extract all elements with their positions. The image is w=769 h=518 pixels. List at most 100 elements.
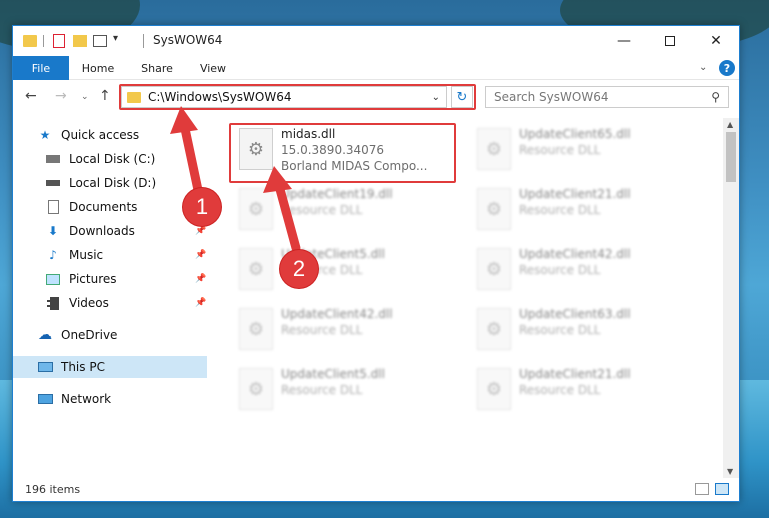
file-info: UpdateClient21.dll Resource DLL [519,186,695,218]
tab-home[interactable]: Home [73,56,123,80]
dll-file-icon: ⚙ [239,308,273,350]
dll-file-icon: ⚙ [477,368,511,410]
customize-toolbar-icon[interactable]: ▾ [113,33,118,49]
list-item[interactable]: ⚙ UpdateClient5.dll Resource DLL [233,244,459,300]
sidebar-item-label: This PC [61,360,105,374]
list-item[interactable]: ⚙ UpdateClient5.dll Resource DLL [233,364,459,420]
file-name: UpdateClient21.dll [519,187,631,201]
sidebar-item-pictures[interactable]: Pictures 📌 [13,268,207,290]
minimize-button[interactable]: — [601,26,647,56]
list-item[interactable]: ⚙ UpdateClient65.dll Resource DLL [471,124,697,180]
list-item[interactable]: ⚙ UpdateClient19.dll Resource DLL [233,184,459,240]
sidebar-item-label: Local Disk (C:) [69,152,156,166]
sidebar-item-label: Quick access [61,128,140,142]
dll-file-icon: ⚙ [239,248,273,290]
file-version: 15.0.3890.34076 [281,143,385,157]
search-input[interactable]: Search SysWOW64 ⚲ [485,86,729,108]
navigation-bar: ← → ⌄ ↑ C:\Windows\SysWOW64 ⌄ ↻ Search S… [13,80,739,114]
properties-check-icon[interactable] [53,34,65,48]
forward-arrow-icon[interactable]: → [55,88,67,104]
separator [43,35,44,47]
file-info: UpdateClient42.dll Resource DLL [281,306,457,338]
dll-file-icon: ⚙ [477,128,511,170]
tab-share[interactable]: Share [129,56,185,80]
pin-icon[interactable]: 📌 [195,298,206,308]
file-type: Resource DLL [519,383,601,397]
file-name: UpdateClient5.dll [281,367,385,381]
properties-icon[interactable] [93,35,107,47]
file-type: Resource DLL [281,323,363,337]
drive-icon [45,152,61,166]
pin-icon[interactable]: 📌 [195,250,206,260]
help-icon[interactable]: ? [719,60,735,76]
search-icon[interactable]: ⚲ [711,90,720,104]
list-item[interactable]: ⚙ UpdateClient21.dll Resource DLL [471,184,697,240]
sidebar-item-label: OneDrive [61,328,118,342]
dll-file-icon: ⚙ [477,188,511,230]
sidebar-item-label: Downloads [69,224,135,238]
large-icons-view-icon[interactable] [715,483,729,495]
chevron-down-icon[interactable]: ⌄ [432,92,440,103]
file-item-midas[interactable]: ⚙ midas.dll 15.0.3890.34076 Borland MIDA… [233,124,459,180]
folder-icon[interactable] [23,35,37,47]
sidebar-item-onedrive[interactable]: ☁ OneDrive [13,324,207,346]
dll-file-icon: ⚙ [239,128,273,170]
file-name: midas.dll [281,127,336,141]
sidebar-item-label: Music [69,248,104,262]
title-bar: ▾ SysWOW64 — ✕ [13,26,739,56]
chevron-down-icon[interactable]: ⌄ [699,62,707,73]
list-item[interactable]: ⚙ UpdateClient21.dll Resource DLL [471,364,697,420]
scroll-up-icon[interactable]: ▲ [727,120,733,129]
sidebar-item-network[interactable]: Network [13,388,207,410]
dll-file-icon: ⚙ [477,308,511,350]
sidebar-item-quick-access[interactable]: ★ Quick access [13,124,207,146]
file-name: UpdateClient19.dll [281,187,393,201]
computer-icon [37,360,53,374]
scroll-thumb[interactable] [726,132,736,182]
sidebar-item-downloads[interactable]: ⬇ Downloads 📌 [13,220,207,242]
vertical-scrollbar[interactable]: ▲ ▼ [723,118,739,478]
network-icon [37,392,53,406]
sidebar-item-label: Documents [69,200,138,214]
pin-icon[interactable]: 📌 [195,226,206,236]
file-info: UpdateClient65.dll Resource DLL [519,126,695,158]
details-view-icon[interactable] [695,483,709,495]
address-path[interactable]: C:\Windows\SysWOW64 [148,90,432,104]
pin-icon[interactable]: 📌 [195,274,206,284]
sidebar-item-local-disk-c[interactable]: Local Disk (C:) [13,148,207,170]
recent-locations-icon[interactable]: ⌄ [81,92,89,102]
sidebar-item-videos[interactable]: Videos 📌 [13,292,207,314]
step-2-badge: 2 [280,250,318,288]
refresh-button[interactable]: ↻ [451,86,473,108]
close-button[interactable]: ✕ [693,26,739,56]
drive-icon [45,176,61,190]
sidebar-item-local-disk-d[interactable]: Local Disk (D:) [13,172,207,194]
new-folder-icon[interactable] [73,35,87,47]
list-item[interactable]: ⚙ UpdateClient42.dll Resource DLL [471,244,697,300]
maximize-button[interactable] [647,26,693,56]
explorer-window: ▾ SysWOW64 — ✕ File Home Share View ⌄ ? … [12,25,740,502]
tab-file[interactable]: File [13,56,69,80]
search-placeholder: Search SysWOW64 [494,90,609,104]
navigation-pane: ★ Quick access Local Disk (C:) Local Dis… [13,118,207,478]
file-type: Resource DLL [281,203,363,217]
sidebar-item-this-pc[interactable]: This PC [13,356,207,378]
back-arrow-icon[interactable]: ← [25,88,37,104]
folder-icon [127,91,141,103]
file-info: UpdateClient42.dll Resource DLL [519,246,695,278]
list-item[interactable]: ⚙ UpdateClient63.dll Resource DLL [471,304,697,360]
scroll-down-icon[interactable]: ▼ [727,467,733,476]
file-info: midas.dll 15.0.3890.34076 Borland MIDAS … [281,126,457,174]
file-type: Resource DLL [519,143,601,157]
sidebar-item-label: Local Disk (D:) [69,176,157,190]
file-name: UpdateClient21.dll [519,367,631,381]
sidebar-item-label: Network [61,392,112,406]
address-bar[interactable]: C:\Windows\SysWOW64 ⌄ [121,86,447,108]
documents-icon [45,200,61,214]
sidebar-item-music[interactable]: ♪ Music 📌 [13,244,207,266]
up-arrow-icon[interactable]: ↑ [99,88,111,104]
list-item[interactable]: ⚙ UpdateClient42.dll Resource DLL [233,304,459,360]
tab-view[interactable]: View [191,56,235,80]
sidebar-item-documents[interactable]: Documents [13,196,207,218]
download-icon: ⬇ [47,224,59,238]
